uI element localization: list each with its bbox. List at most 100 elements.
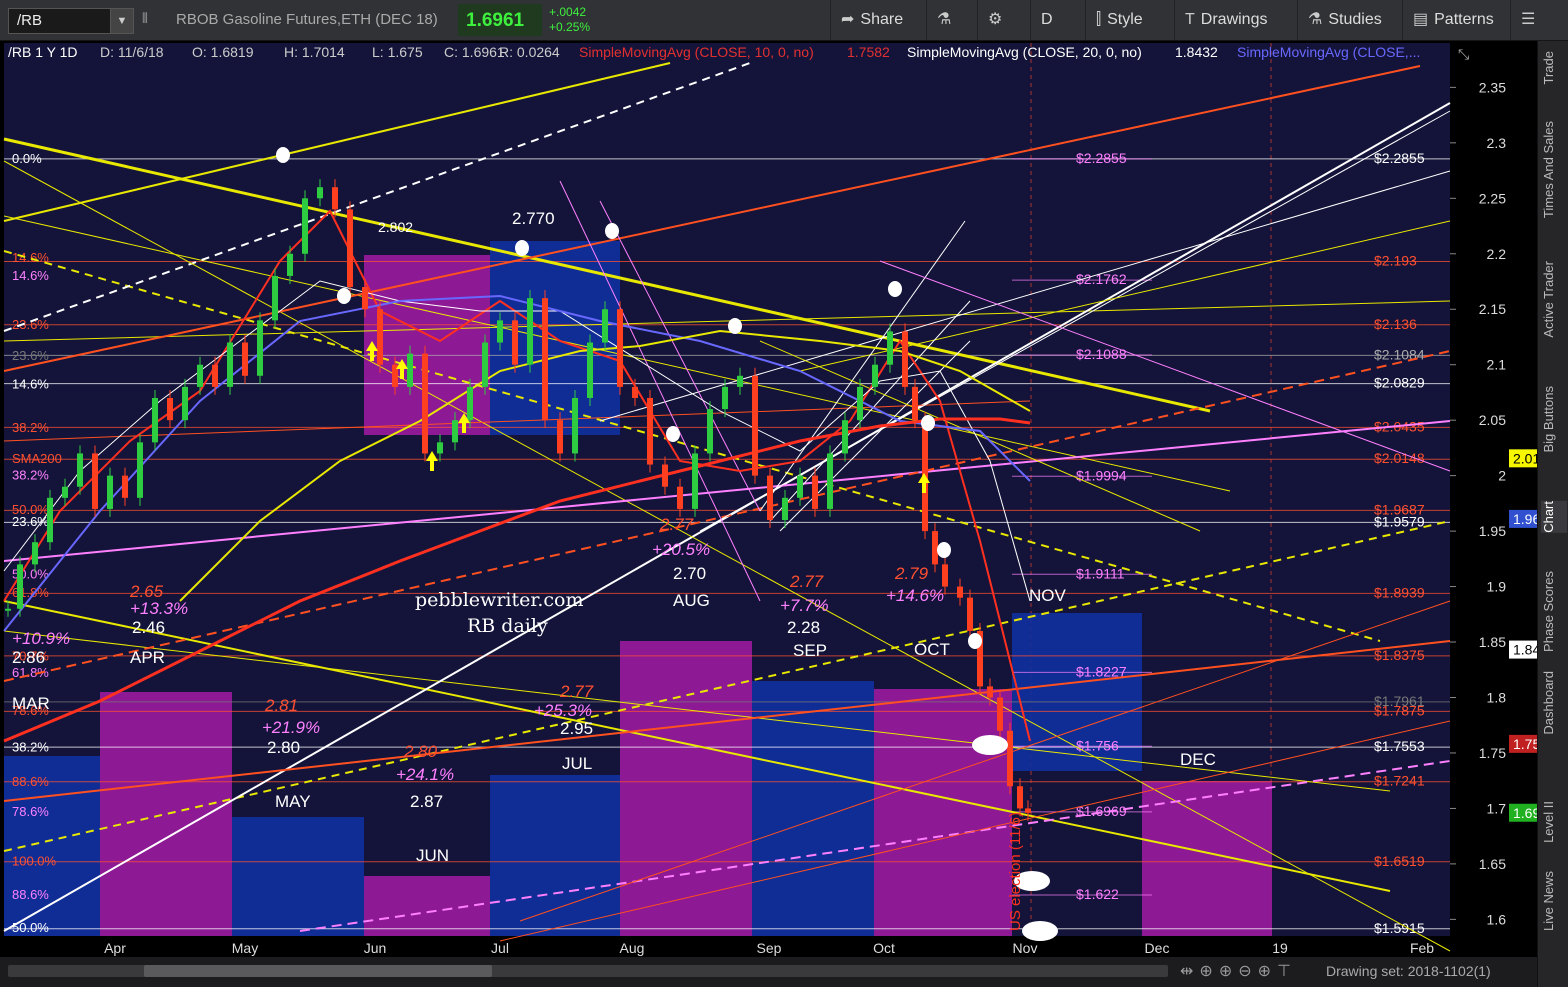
drawings-button[interactable]: T Drawings [1174, 0, 1297, 40]
chart-annotation: 2.80 [403, 742, 438, 761]
price-tag-label: 1.8432 [1513, 642, 1537, 658]
right-panel-tab[interactable]: Trade [1541, 51, 1567, 84]
level-label: $1.9579 [1374, 513, 1425, 529]
menu-button[interactable]: ☰ [1510, 0, 1568, 40]
candle-body [722, 386, 728, 410]
patterns-button[interactable]: ▤ Patterns [1402, 0, 1517, 40]
text-tool-icon: T [1185, 11, 1195, 28]
candle-body [47, 497, 53, 543]
link-icon[interactable]: ⫴ [142, 10, 148, 27]
chevron-down-icon[interactable]: ▼ [110, 9, 133, 33]
instrument-description: RBOB Gasoline Futures,ETH (DEC 18) [176, 11, 438, 28]
price-tag-label: 1.6961 [1513, 805, 1537, 821]
chart-annotation: 2.46 [132, 618, 165, 637]
candle-body [92, 453, 98, 509]
period-button[interactable]: D [1030, 0, 1086, 40]
y-tick-label: 2 [1498, 468, 1506, 484]
style-button[interactable]: ⫿ Style [1085, 0, 1184, 40]
candle-body [1025, 808, 1031, 813]
candle-body [5, 608, 11, 611]
chart-annotation: +21.9% [262, 718, 320, 737]
fib-label: 88.6% [12, 887, 49, 902]
candles-icon: ⫿ [1096, 11, 1102, 28]
chart-annotation: NOV [1029, 586, 1067, 605]
mid-level-label: $1.6969 [1076, 803, 1127, 819]
candle-body [182, 386, 188, 421]
chart-area[interactable]: $2.2855$2.193$2.136$2.1084$2.0829$2.0435… [0, 41, 1566, 987]
candle-body [197, 364, 203, 387]
header-sma50: SimpleMovingAvg (CLOSE,... [1237, 44, 1420, 60]
right-panel-tab[interactable]: Live News [1541, 871, 1567, 931]
period-label: D [1041, 11, 1053, 28]
y-tick-label: 1.65 [1479, 856, 1506, 872]
chart-annotation: 2.87 [410, 792, 443, 811]
scrollbar-thumb[interactable] [144, 965, 492, 977]
settings-button[interactable]: ⚙ [977, 0, 1028, 40]
header-sma10-value: 1.7582 [847, 44, 890, 60]
right-panel-tab[interactable]: Active Trader [1541, 261, 1567, 338]
candle-body [272, 275, 278, 321]
header-open: O: 1.6819 [192, 44, 254, 60]
candle-body [797, 475, 803, 498]
chart-annotation: 2.81 [264, 696, 298, 715]
candle-body [242, 342, 248, 376]
right-panel-tab[interactable]: Level II [1541, 801, 1567, 843]
patterns-label: Patterns [1434, 11, 1494, 28]
chart-annotation: US election (11/6) [1007, 812, 1024, 931]
pivot-marker [666, 426, 680, 442]
studies-button[interactable]: ⚗ Studies [1297, 0, 1400, 40]
flask-icon: ⚗ [1308, 11, 1323, 28]
price-tag-label: 1.961 [1513, 511, 1537, 527]
chart-annotation: 2.77 [659, 515, 694, 534]
candle-body [542, 298, 548, 421]
header-date: D: 11/6/18 [100, 44, 164, 60]
mid-level-label: $2.2855 [1076, 150, 1127, 166]
candle-body [152, 397, 158, 443]
last-price: 1.6961 [458, 4, 542, 36]
seasonal-box [364, 876, 490, 936]
pivot-marker [728, 318, 742, 334]
candle-body [347, 209, 353, 288]
collapse-icon[interactable]: ⤡ [1458, 46, 1469, 62]
fib-label: 14.6% [12, 268, 49, 283]
header-sma20-value: 1.8432 [1175, 44, 1218, 60]
flask-icon: ⚗ [937, 11, 952, 28]
candle-body [887, 331, 893, 365]
symbol-selector[interactable]: /RB ▼ [8, 8, 134, 34]
y-tick-label: 2.25 [1479, 190, 1506, 206]
x-tick-label: Aug [620, 940, 645, 956]
share-button[interactable]: ➦ Share [830, 0, 936, 40]
right-panel-tab[interactable]: Chart [1541, 501, 1567, 533]
right-panel-tab[interactable]: Dashboard [1541, 671, 1567, 735]
y-tick-label: 1.85 [1479, 634, 1506, 650]
right-panel-tab[interactable]: Times And Sales [1541, 121, 1567, 218]
pivot-marker [1022, 921, 1058, 941]
candle-body [212, 364, 218, 387]
pivot-marker [605, 223, 619, 239]
candle-body [827, 453, 833, 509]
candle-body [227, 342, 233, 387]
fib-label: 38.2% [12, 739, 49, 754]
candle-body [122, 475, 128, 498]
candle-body [482, 342, 488, 387]
chart-annotation: RB daily [467, 615, 548, 637]
fib-label: SMA200 [12, 451, 62, 466]
x-tick-label: Sep [757, 940, 782, 956]
level-label: $1.7241 [1374, 773, 1425, 789]
y-tick-label: 2.05 [1479, 412, 1506, 428]
flask-button[interactable]: ⚗ [926, 0, 977, 40]
price-chart[interactable]: $2.2855$2.193$2.136$2.1084$2.0829$2.0435… [0, 41, 1566, 957]
mid-level-label: $1.9111 [1076, 565, 1125, 581]
right-panel-tab[interactable]: Phase Scores [1541, 571, 1567, 652]
y-tick-label: 1.95 [1479, 523, 1506, 539]
symbol-text: /RB [17, 12, 43, 29]
zoom-tools[interactable]: ⇹⊕⊕⊖⊕⊤ [1180, 961, 1297, 981]
level-label: $2.2855 [1374, 150, 1425, 166]
right-panel-tab[interactable]: Big Buttons [1541, 386, 1567, 453]
menu-icon: ☰ [1521, 11, 1536, 28]
candle-body [1017, 786, 1023, 809]
header-low: L: 1.675 [372, 44, 423, 60]
style-label: Style [1107, 11, 1143, 28]
candle-body [62, 486, 68, 498]
fib-label: 38.2% [12, 420, 49, 435]
